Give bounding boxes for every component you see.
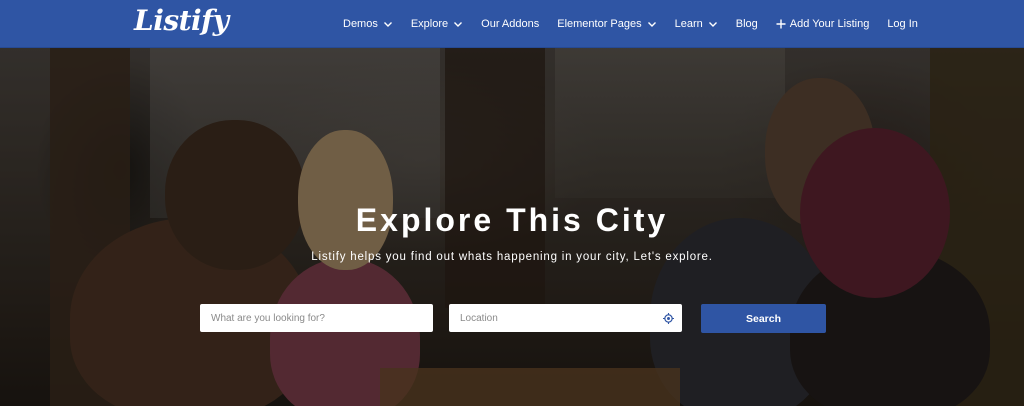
chevron-down-icon (454, 22, 463, 27)
crosshair-locate-icon[interactable] (663, 313, 674, 324)
nav-item-label: Explore (410, 18, 449, 30)
chevron-down-icon (647, 22, 656, 27)
chevron-down-icon (383, 22, 392, 27)
nav-item-label: Blog (735, 18, 758, 30)
nav-item-label: Learn (674, 18, 703, 30)
search-button[interactable]: Search (701, 304, 826, 333)
nav-item-label: Log In (887, 18, 918, 30)
nav-item-label: Our Addons (481, 18, 540, 30)
chevron-down-icon (708, 22, 717, 27)
keyword-search-input[interactable] (200, 304, 433, 332)
plus-icon (776, 19, 786, 29)
nav-item-log-in[interactable]: Log In (887, 18, 918, 30)
nav-item-explore[interactable]: Explore (411, 18, 463, 30)
hero-section: Explore This City Listify helps you find… (0, 48, 1024, 406)
nav-item-learn[interactable]: Learn (675, 18, 718, 30)
nav-item-label: Elementor Pages (557, 18, 642, 30)
top-navbar: Listify Demos Explore Our Addons Element… (0, 0, 1024, 48)
nav-item-add-your-listing[interactable]: Add Your Listing (776, 18, 870, 30)
main-nav: Demos Explore Our Addons Elementor Pages… (343, 0, 936, 48)
hero-title: Explore This City (355, 202, 669, 238)
location-input[interactable] (449, 304, 682, 332)
location-field (449, 304, 682, 332)
nav-item-our-addons[interactable]: Our Addons (481, 18, 539, 30)
nav-item-label: Add Your Listing (789, 18, 870, 30)
nav-item-demos[interactable]: Demos (343, 18, 393, 30)
hero-subtitle: Listify helps you find out whats happeni… (311, 251, 713, 263)
nav-item-label: Demos (343, 18, 378, 30)
nav-item-blog[interactable]: Blog (736, 18, 758, 30)
site-logo[interactable]: Listify (134, 4, 229, 37)
nav-item-elementor-pages[interactable]: Elementor Pages (557, 18, 656, 30)
